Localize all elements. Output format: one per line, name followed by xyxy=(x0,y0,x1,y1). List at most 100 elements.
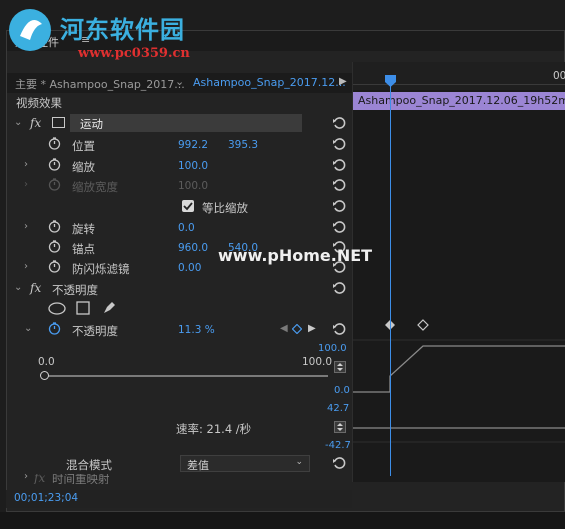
opacity-label: 不透明度 xyxy=(72,324,118,338)
position-y-value[interactable]: 395.3 xyxy=(228,139,258,151)
position-row: 位置 992.2 395.3 xyxy=(6,135,352,155)
scale-label: 缩放 xyxy=(72,160,95,174)
fx-icon[interactable]: fx xyxy=(30,116,41,130)
reset-icon[interactable] xyxy=(332,116,346,130)
timeline-clip[interactable]: Ashampoo_Snap_2017.12.06_19h52m52s_0 xyxy=(353,92,565,110)
opacity-slider-thumb[interactable] xyxy=(40,371,49,380)
reset-icon[interactable] xyxy=(332,137,346,151)
reset-icon[interactable] xyxy=(332,199,346,213)
stopwatch-icon[interactable] xyxy=(48,220,61,233)
reset-icon[interactable] xyxy=(332,322,346,336)
opacity-value[interactable]: 11.3 % xyxy=(178,324,215,336)
center-watermark: www.pHome.NET xyxy=(218,246,373,265)
site-watermark: 河东软件园 www.pc0359.cn xyxy=(0,0,210,66)
chevron-right-icon[interactable]: › xyxy=(24,474,28,482)
blend-mode-value: 差值 xyxy=(187,459,209,472)
time-remap-label: 时间重映射 xyxy=(52,474,110,484)
watermark-url: www.pc0359.cn xyxy=(78,46,190,61)
stopwatch-icon[interactable] xyxy=(48,158,61,171)
opacity-slider-row: 0.0 100.0 xyxy=(6,356,352,386)
opacity-slider-track[interactable] xyxy=(44,375,328,377)
stopwatch-icon[interactable] xyxy=(48,137,61,150)
chevron-right-icon[interactable]: › xyxy=(24,261,28,272)
antiflicker-value[interactable]: 0.00 xyxy=(178,262,201,274)
rotation-label: 旋转 xyxy=(72,222,95,236)
time-ruler[interactable]: 00 xyxy=(353,62,565,90)
motion-effect-label: 运动 xyxy=(80,117,103,131)
watermark-title: 河东软件园 xyxy=(60,15,185,44)
chevron-down-icon: ⌄ xyxy=(295,457,303,467)
motion-effect-row[interactable]: ⌄ fx 运动 xyxy=(6,114,352,134)
site-logo-icon xyxy=(9,9,51,51)
blend-mode-label: 混合模式 xyxy=(66,458,112,472)
scale-row: › 缩放 100.0 xyxy=(6,156,352,176)
previous-keyframe-icon[interactable]: ◀ xyxy=(280,323,288,334)
transform-icon[interactable] xyxy=(52,117,65,128)
uniform-scale-row: 等比缩放 xyxy=(6,197,352,217)
uniform-scale-label: 等比缩放 xyxy=(202,201,248,215)
blend-mode-select[interactable]: 差值 ⌄ xyxy=(180,455,310,472)
playhead-line[interactable] xyxy=(390,76,391,476)
current-timecode[interactable]: 00;01;23;04 xyxy=(14,492,78,504)
ellipse-mask-icon[interactable] xyxy=(48,302,66,315)
graph-min-label: 0.0 xyxy=(334,385,350,396)
rotation-value[interactable]: 0.0 xyxy=(178,222,195,234)
mask-tools-row xyxy=(6,299,352,319)
reset-icon[interactable] xyxy=(332,158,346,172)
stopwatch-icon xyxy=(48,178,61,191)
chevron-down-icon[interactable]: ⌄ xyxy=(24,323,32,334)
graph-max-label: 100.0 xyxy=(318,343,347,354)
source-selector-bar: 主要 * Ashampoo_Snap_2017... ⌄ Ashampoo_Sn… xyxy=(7,73,353,93)
keyframe-timeline[interactable]: 00 Ashampoo_Snap_2017.12.06_19h52m52s_0 xyxy=(352,62,565,482)
reset-icon[interactable] xyxy=(332,281,346,295)
slider-max-label: 100.0 xyxy=(302,356,333,368)
opacity-effect-label: 不透明度 xyxy=(52,283,98,297)
motion-effect-bar[interactable]: 运动 xyxy=(70,114,302,132)
chevron-down-icon[interactable]: ⌄ xyxy=(14,282,22,293)
opacity-value-graph[interactable] xyxy=(353,336,565,456)
anchor-x-value[interactable]: 960.0 xyxy=(178,242,208,254)
video-effects-title: 视频效果 xyxy=(16,96,62,110)
position-x-value[interactable]: 992.2 xyxy=(178,139,208,151)
chevron-right-icon: › xyxy=(24,179,28,190)
reset-icon[interactable] xyxy=(332,178,346,192)
reset-icon[interactable] xyxy=(332,220,346,234)
sequence-clip-label[interactable]: Ashampoo_Snap_2017.12... xyxy=(193,76,346,89)
position-label: 位置 xyxy=(72,139,95,153)
opacity-effect-row[interactable]: ⌄ fx 不透明度 xyxy=(6,279,352,299)
scale-value[interactable]: 100.0 xyxy=(178,160,208,172)
stopwatch-icon[interactable] xyxy=(48,260,61,273)
time-remap-row[interactable]: › fx 时间重映射 xyxy=(6,474,352,484)
chevron-right-icon[interactable]: › xyxy=(24,221,28,232)
antiflicker-label: 防闪烁滤镜 xyxy=(72,262,130,276)
pen-mask-icon[interactable] xyxy=(102,301,116,315)
master-clip-label[interactable]: 主要 * Ashampoo_Snap_2017... xyxy=(15,76,185,92)
graph-scale-toggle-icon[interactable] xyxy=(334,361,346,373)
play-forward-icon[interactable]: ▶ xyxy=(339,76,347,87)
keyframe-add-icon[interactable] xyxy=(292,324,302,334)
chevron-right-icon[interactable]: › xyxy=(24,159,28,170)
bottom-toolbar-strip xyxy=(0,512,565,529)
reset-icon[interactable] xyxy=(332,456,346,470)
velocity-max-label: 42.7 xyxy=(327,403,350,414)
slider-min-label: 0.0 xyxy=(38,356,55,368)
velocity-row: 速率: 21.4 /秒 xyxy=(6,418,352,438)
scale-width-label: 缩放宽度 xyxy=(72,180,118,194)
chevron-down-icon[interactable]: ⌄ xyxy=(14,117,22,128)
video-effects-header: 视频效果 xyxy=(6,92,352,112)
blend-mode-row: 混合模式 差值 ⌄ xyxy=(6,454,352,474)
chevron-down-icon[interactable]: ⌄ xyxy=(175,75,184,88)
opacity-curve[interactable] xyxy=(353,345,565,393)
fx-icon[interactable]: fx xyxy=(30,281,41,295)
rectangle-mask-icon[interactable] xyxy=(76,301,90,315)
fx-icon[interactable]: fx xyxy=(34,474,45,484)
uniform-scale-checkbox[interactable] xyxy=(182,200,194,212)
next-keyframe-icon[interactable]: ▶ xyxy=(308,323,316,334)
keyframe-2[interactable] xyxy=(417,319,429,331)
anchor-label: 锚点 xyxy=(72,242,95,256)
velocity-scale-toggle-icon[interactable] xyxy=(334,421,346,433)
stopwatch-active-icon[interactable] xyxy=(48,322,61,335)
status-bar: 00;01;23;04 xyxy=(6,490,352,508)
velocity-min-label: -42.7 xyxy=(325,440,351,451)
stopwatch-icon[interactable] xyxy=(48,240,61,253)
